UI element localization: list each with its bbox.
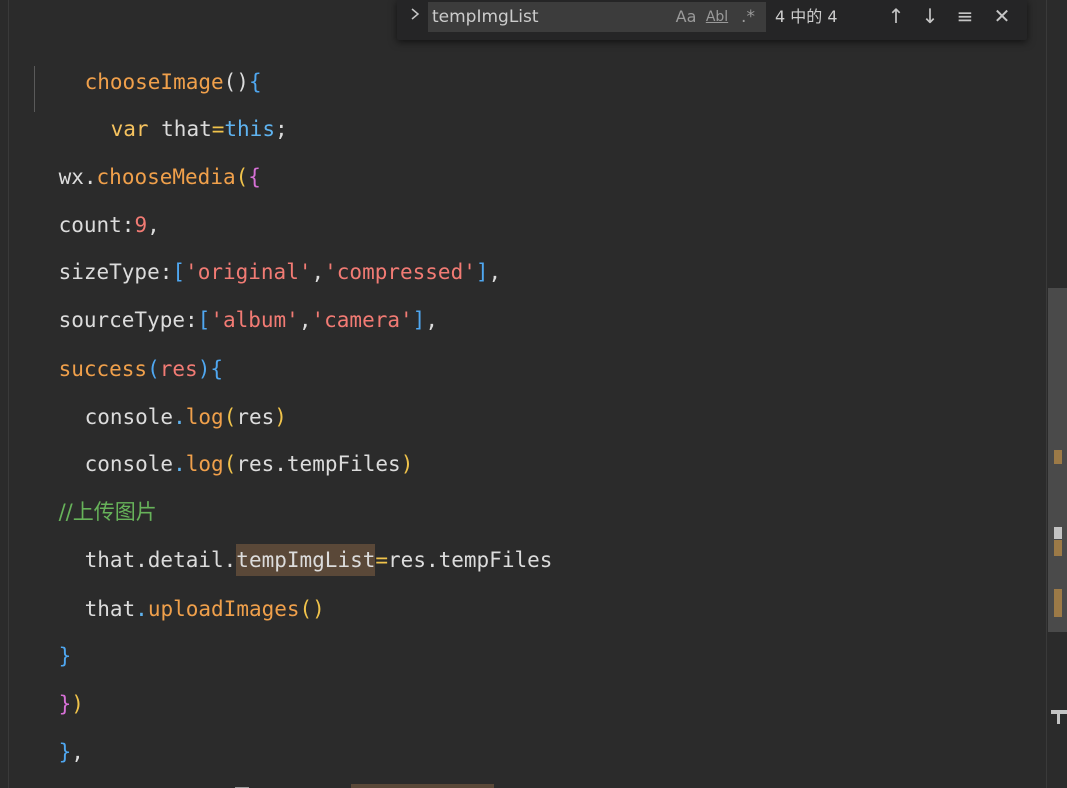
- whole-word-button[interactable]: Abl: [704, 4, 730, 30]
- search-match-marker: [1054, 540, 1062, 556]
- code-token: ]: [475, 260, 489, 284]
- code-token: res.tempFiles: [388, 548, 553, 572]
- code-line-7[interactable]: success(res){: [8, 309, 223, 381]
- code-line-12[interactable]: that.uploadImages(): [34, 549, 325, 621]
- find-input-wrapper: Aa Abl .*: [428, 2, 766, 32]
- cursor-position-marker-stem: [1057, 714, 1060, 724]
- code-line-11[interactable]: that.detail.tempImgList=res.tempFiles: [34, 500, 552, 576]
- code-token: ): [400, 452, 414, 476]
- code-token: (): [299, 597, 325, 621]
- match-case-button[interactable]: Aa: [673, 4, 699, 30]
- code-token: uploadImages: [147, 597, 300, 621]
- code-line-1[interactable]: chooseImage(){: [34, 22, 262, 94]
- match-highlight-strip: [351, 784, 494, 788]
- code-line-10[interactable]: //上传图片: [8, 452, 157, 524]
- code-token: {: [248, 165, 261, 189]
- search-match-marker: [1054, 450, 1062, 464]
- find-input[interactable]: [432, 2, 662, 32]
- code-token: (: [223, 452, 237, 476]
- chevron-right-icon-svg: [411, 8, 420, 20]
- code-token: log: [185, 452, 224, 476]
- match-count: 4 中的 4: [775, 7, 838, 26]
- next-match-button[interactable]: ↓: [917, 2, 943, 30]
- code-token: =: [375, 548, 389, 572]
- code-token: ]: [412, 308, 426, 332]
- find-in-selection-button[interactable]: ≡: [952, 2, 978, 30]
- code-line-2[interactable]: var that=this;: [60, 69, 288, 141]
- code-token: ;: [274, 117, 288, 141]
- code-token: .: [173, 452, 186, 476]
- chevron-right-icon[interactable]: [407, 6, 423, 26]
- code-token: (: [235, 165, 249, 189]
- find-widget: Aa Abl .* 4 中的 4 ↑ ↓ ≡ ✕: [397, 0, 1027, 40]
- code-token: res.tempFiles: [236, 452, 401, 476]
- code-line-5[interactable]: sizeType:['original','compressed'],: [8, 212, 502, 284]
- code-token: 'camera': [311, 308, 413, 332]
- code-line-15[interactable]: },: [8, 692, 84, 764]
- selection-marker: [1054, 527, 1062, 539]
- code-editor[interactable]: chooseImage(){ var that=this; wx.chooseM…: [0, 0, 1046, 788]
- code-token: ,: [488, 260, 502, 284]
- code-line-16[interactable]: uploadImages(){: [8, 740, 250, 788]
- close-find-button[interactable]: ✕: [989, 2, 1015, 30]
- code-token: 'album': [210, 308, 299, 332]
- vertical-scrollbar[interactable]: [1046, 0, 1067, 788]
- code-line-6[interactable]: sourceType:['album','camera'],: [8, 260, 438, 332]
- code-token: .: [135, 597, 148, 621]
- code-token: that: [84, 597, 136, 621]
- code-line-4[interactable]: count:9,: [8, 165, 160, 237]
- code-token: ,: [425, 308, 438, 332]
- code-line-3[interactable]: wx.chooseMedia({: [8, 117, 261, 189]
- regex-button[interactable]: .*: [735, 4, 761, 30]
- previous-match-button[interactable]: ↑: [883, 2, 909, 30]
- search-match-marker: [1054, 589, 1062, 617]
- code-token: ,: [298, 308, 312, 332]
- code-line-8[interactable]: console.log(res): [34, 357, 287, 429]
- code-line-9[interactable]: console.log(res.tempFiles): [34, 404, 414, 476]
- code-line-14[interactable]: }): [8, 644, 84, 716]
- code-line-13[interactable]: }: [8, 596, 72, 668]
